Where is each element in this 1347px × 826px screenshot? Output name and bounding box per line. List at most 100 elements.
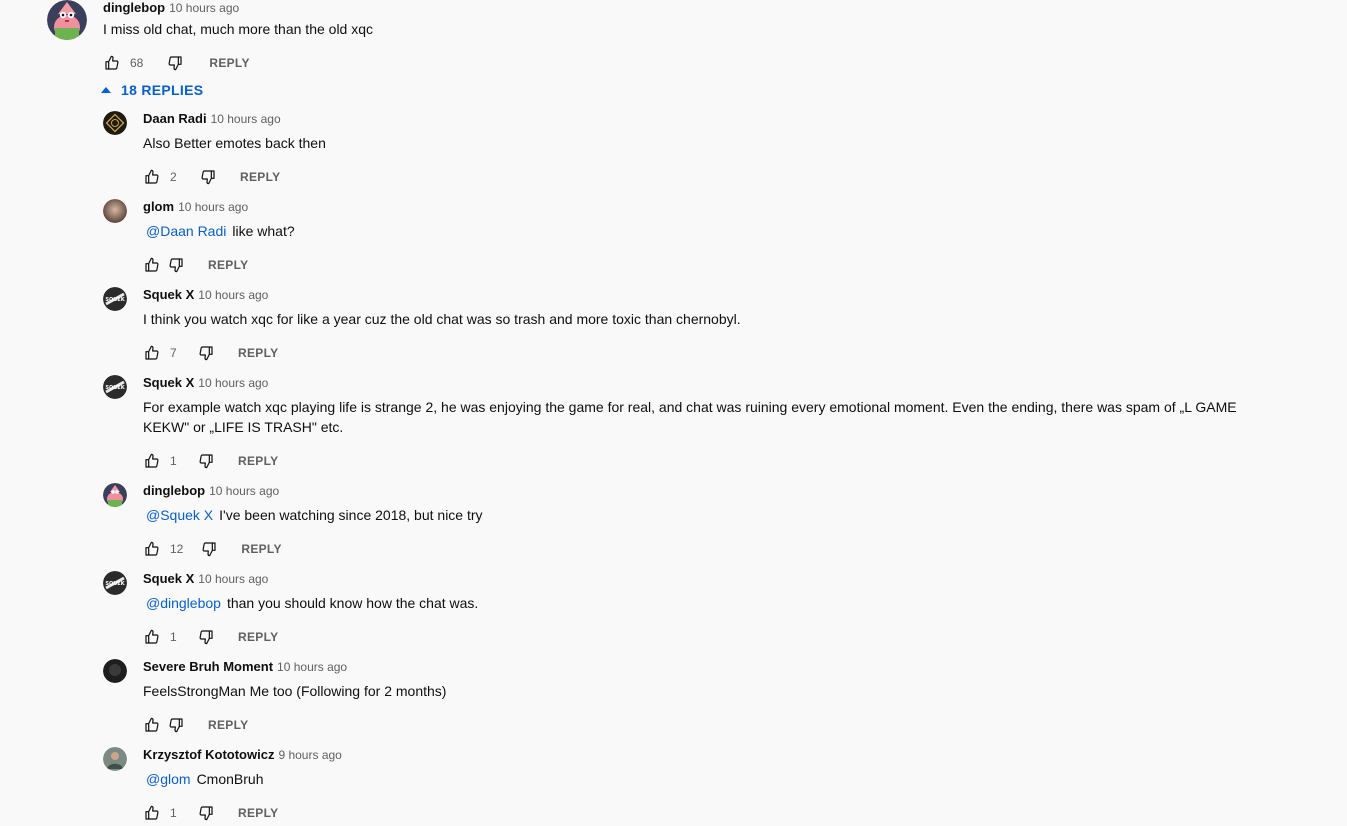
- avatar[interactable]: SQUEK: [103, 571, 127, 595]
- comment-header: Krzysztof Kototowicz 9 hours ago: [143, 747, 1283, 763]
- thumbs-down-icon: [201, 170, 215, 185]
- comment-actions: 1 REPLY: [140, 625, 1283, 649]
- like-button[interactable]: [140, 625, 164, 649]
- thumbs-up-icon: [145, 453, 159, 468]
- comment-text: I think you watch xqc for like a year cu…: [143, 309, 1283, 329]
- like-count: 1: [170, 454, 177, 468]
- mention-link[interactable]: @dinglebop: [143, 595, 227, 611]
- author-name[interactable]: dinglebop: [143, 483, 205, 498]
- avatar[interactable]: [103, 659, 127, 683]
- reply-button[interactable]: REPLY: [238, 806, 278, 820]
- dislike-button[interactable]: [194, 449, 218, 473]
- thumbs-down-icon: [168, 56, 182, 71]
- thumbs-down-icon: [199, 806, 213, 821]
- reply-button[interactable]: REPLY: [240, 170, 280, 184]
- like-count: 2: [170, 170, 177, 184]
- comment-header: Squek X 10 hours ago: [143, 571, 1283, 587]
- mention-link[interactable]: @Squek X: [143, 507, 219, 523]
- like-button[interactable]: [140, 801, 164, 825]
- avatar[interactable]: [103, 483, 127, 507]
- author-name[interactable]: Squek X: [143, 571, 194, 586]
- comment-timestamp[interactable]: 10 hours ago: [211, 112, 281, 126]
- comment-timestamp[interactable]: 10 hours ago: [198, 288, 268, 302]
- dislike-button[interactable]: [196, 165, 220, 189]
- dislike-button[interactable]: [164, 253, 188, 277]
- avatar[interactable]: SQUEK: [103, 287, 127, 311]
- author-name[interactable]: Squek X: [143, 375, 194, 390]
- thumbs-up-icon: [145, 629, 159, 644]
- like-button[interactable]: [140, 165, 164, 189]
- replies-count-label: 18 REPLIES: [121, 82, 204, 98]
- reply-button[interactable]: REPLY: [241, 542, 281, 556]
- comment-text-body: FeelsStrongMan Me too (Following for 2 m…: [143, 683, 447, 699]
- author-name[interactable]: dinglebop: [103, 0, 165, 15]
- comment-header: dinglebop 10 hours ago: [103, 0, 703, 15]
- thumbs-down-icon: [199, 346, 213, 361]
- author-name[interactable]: Squek X: [143, 287, 194, 302]
- thumbs-up-icon: [145, 541, 159, 556]
- reply-button[interactable]: REPLY: [238, 346, 278, 360]
- comment-text-body: Also Better emotes back then: [143, 135, 326, 151]
- avatar[interactable]: [47, 0, 87, 40]
- comment-actions: 1 REPLY: [140, 449, 1283, 473]
- comment-header: Severe Bruh Moment 10 hours ago: [143, 659, 1283, 675]
- thumbs-down-icon: [199, 454, 213, 469]
- comment-text: @glom CmonBruh: [143, 769, 1283, 789]
- like-count: 12: [170, 542, 184, 556]
- reply-button[interactable]: REPLY: [209, 56, 249, 70]
- like-button[interactable]: [140, 253, 164, 277]
- like-button[interactable]: [140, 449, 164, 473]
- avatar[interactable]: [103, 111, 127, 135]
- svg-text:SQUEK: SQUEK: [105, 581, 125, 587]
- thumbs-down-icon: [169, 258, 183, 273]
- comment-text-body: I think you watch xqc for like a year cu…: [143, 311, 741, 327]
- comment-actions: REPLY: [140, 713, 1283, 737]
- reply-button[interactable]: REPLY: [208, 718, 248, 732]
- thumbs-up-icon: [145, 805, 159, 820]
- author-name[interactable]: Severe Bruh Moment: [143, 659, 273, 674]
- avatar[interactable]: [103, 199, 127, 223]
- like-button[interactable]: [140, 713, 164, 737]
- mention-link[interactable]: @Daan Radi: [143, 223, 232, 239]
- hide-replies-button[interactable]: 18 REPLIES: [101, 82, 203, 98]
- thumbs-up-icon: [105, 55, 119, 70]
- comment-timestamp[interactable]: 10 hours ago: [198, 376, 268, 390]
- dislike-button[interactable]: [194, 801, 218, 825]
- comment-timestamp[interactable]: 9 hours ago: [278, 748, 341, 762]
- dislike-button[interactable]: [163, 51, 187, 75]
- reply-button[interactable]: REPLY: [238, 454, 278, 468]
- comment-text: @dinglebop than you should know how the c…: [143, 593, 1283, 613]
- svg-text:SQUEK: SQUEK: [105, 297, 125, 303]
- author-name[interactable]: Daan Radi: [143, 111, 207, 126]
- like-button[interactable]: [140, 537, 164, 561]
- like-button[interactable]: [140, 341, 164, 365]
- dislike-button[interactable]: [164, 713, 188, 737]
- like-button[interactable]: [100, 51, 124, 75]
- dislike-button[interactable]: [194, 625, 218, 649]
- comment-timestamp[interactable]: 10 hours ago: [178, 200, 248, 214]
- comment-timestamp[interactable]: 10 hours ago: [198, 572, 268, 586]
- dislike-button[interactable]: [197, 537, 221, 561]
- comment-header: glom 10 hours ago: [143, 199, 1283, 215]
- reply-button[interactable]: REPLY: [238, 630, 278, 644]
- avatar[interactable]: SQUEK: [103, 375, 127, 399]
- comment-timestamp[interactable]: 10 hours ago: [169, 1, 239, 15]
- thumbs-down-icon: [199, 630, 213, 645]
- comment-timestamp[interactable]: 10 hours ago: [277, 660, 347, 674]
- thumbs-down-icon: [169, 718, 183, 733]
- comment-timestamp[interactable]: 10 hours ago: [209, 484, 279, 498]
- comment-text: I miss old chat, much more than the old …: [103, 21, 374, 37]
- thumbs-up-icon: [145, 345, 159, 360]
- comment-text: FeelsStrongMan Me too (Following for 2 m…: [143, 681, 1283, 701]
- reply-button[interactable]: REPLY: [208, 258, 248, 272]
- dislike-button[interactable]: [194, 341, 218, 365]
- thumbs-up-icon: [145, 257, 159, 272]
- comment-text: @Squek X I've been watching since 2018, b…: [143, 505, 1283, 525]
- avatar[interactable]: [103, 747, 127, 771]
- author-name[interactable]: glom: [143, 199, 174, 214]
- author-name[interactable]: Krzysztof Kototowicz: [143, 747, 274, 762]
- comment-text: For example watch xqc playing life is st…: [143, 397, 1283, 437]
- like-count: 1: [170, 806, 177, 820]
- comment-text-body: CmonBruh: [196, 771, 264, 787]
- mention-link[interactable]: @glom: [143, 771, 197, 787]
